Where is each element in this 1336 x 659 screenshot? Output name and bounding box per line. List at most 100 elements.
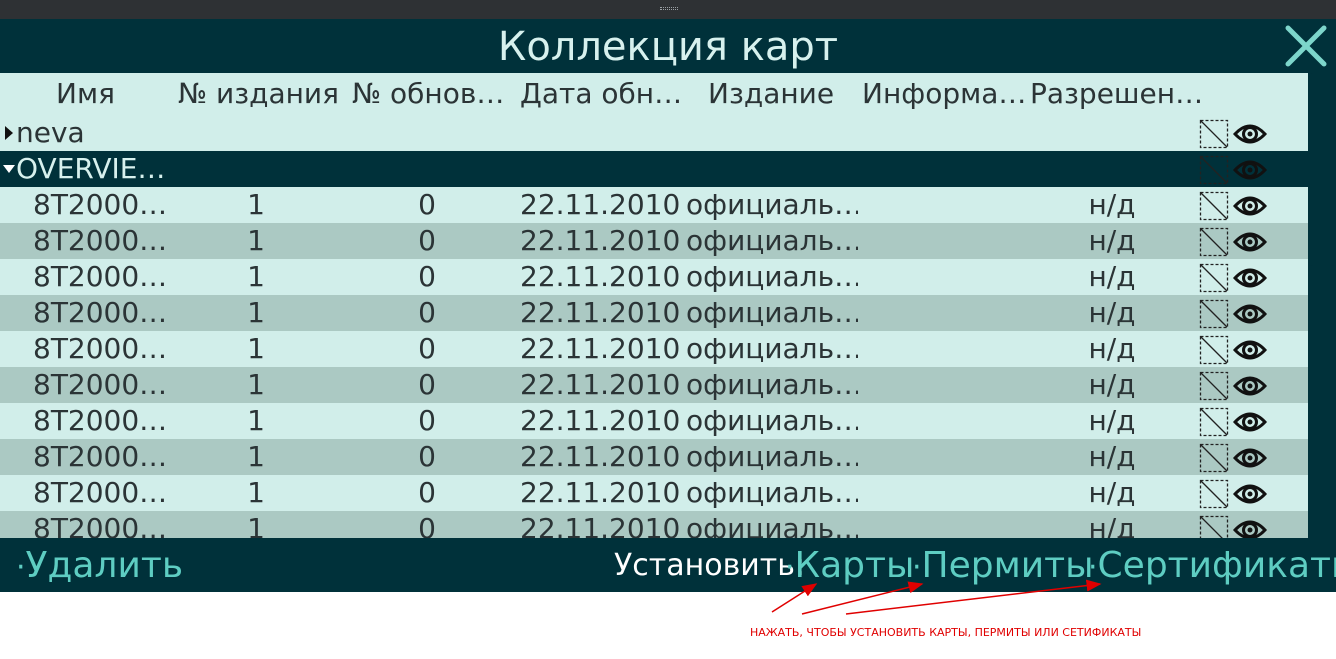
cell-issue: официаль… bbox=[686, 440, 858, 473]
chart-collection-table: Имя № издания № обнов… Дата обн… Издание… bbox=[0, 73, 1336, 538]
eye-icon[interactable] bbox=[1232, 263, 1268, 293]
cell-name: 8T2000… bbox=[33, 368, 168, 401]
table-row[interactable]: 8T2000… 1 0 22.11.2010 официаль… н/д bbox=[0, 187, 1308, 223]
eye-icon[interactable] bbox=[1232, 227, 1268, 257]
cell-info bbox=[862, 439, 1022, 475]
cell-name: 8T2000… bbox=[33, 512, 168, 538]
eye-icon[interactable] bbox=[1232, 371, 1268, 401]
cell-update: 0 bbox=[418, 332, 436, 365]
column-header-date[interactable]: Дата обн… bbox=[520, 73, 682, 115]
cell-permission: н/д bbox=[1088, 476, 1136, 509]
cell-update: 0 bbox=[418, 404, 436, 437]
cell-info bbox=[862, 295, 1022, 331]
group-row[interactable]: OVERVIE… bbox=[0, 151, 1308, 187]
cell-edition: 1 bbox=[247, 440, 265, 473]
group-row[interactable]: neva bbox=[0, 115, 1308, 151]
cell-update: 0 bbox=[418, 440, 436, 473]
table-row[interactable]: 8T2000… 1 0 22.11.2010 официаль… н/д bbox=[0, 295, 1308, 331]
expand-triangle-icon[interactable] bbox=[2, 115, 16, 151]
table-row[interactable]: 8T2000… 1 0 22.11.2010 официаль… н/д bbox=[0, 223, 1308, 259]
cell-update: 0 bbox=[418, 476, 436, 509]
cell-edition: 1 bbox=[247, 332, 265, 365]
eye-icon[interactable] bbox=[1232, 515, 1268, 538]
cell-name: 8T2000… bbox=[33, 224, 168, 257]
eye-icon[interactable] bbox=[1232, 119, 1268, 149]
coverage-box-icon[interactable] bbox=[1199, 299, 1229, 329]
scrollbar-thumb[interactable] bbox=[1309, 73, 1335, 266]
cell-date: 22.11.2010 bbox=[520, 368, 681, 401]
column-header-permission[interactable]: Разрешен… bbox=[1030, 73, 1203, 115]
cell-date: 22.11.2010 bbox=[520, 440, 681, 473]
column-header-info[interactable]: Информа… bbox=[862, 73, 1026, 115]
cell-edition: 1 bbox=[247, 368, 265, 401]
eye-icon[interactable] bbox=[1232, 155, 1268, 185]
table-row[interactable]: 8T2000… 1 0 22.11.2010 официаль… н/д bbox=[0, 403, 1308, 439]
coverage-box-icon[interactable] bbox=[1199, 515, 1229, 538]
cell-permission: н/д bbox=[1088, 188, 1136, 221]
cell-permission: н/д bbox=[1088, 440, 1136, 473]
install-certificates-button[interactable]: ·Сертификаты bbox=[1088, 538, 1336, 592]
cell-name: 8T2000… bbox=[33, 296, 168, 329]
coverage-box-icon[interactable] bbox=[1199, 371, 1229, 401]
cell-issue: официаль… bbox=[686, 296, 858, 329]
eye-icon[interactable] bbox=[1232, 479, 1268, 509]
coverage-box-icon[interactable] bbox=[1199, 263, 1229, 293]
column-header-issue[interactable]: Издание bbox=[708, 73, 834, 115]
top-drag-bar[interactable] bbox=[0, 0, 1336, 19]
eye-icon[interactable] bbox=[1232, 299, 1268, 329]
install-permits-button[interactable]: ·Пермиты bbox=[912, 538, 1094, 592]
coverage-box-icon[interactable] bbox=[1199, 407, 1229, 437]
bottom-toolbar: ·Удалить Установить: ·Карты ·Пермиты ·Се… bbox=[0, 538, 1336, 592]
cell-date: 22.11.2010 bbox=[520, 188, 681, 221]
charts-label: Карты bbox=[794, 545, 915, 586]
cell-permission: н/д bbox=[1088, 332, 1136, 365]
cell-info bbox=[862, 511, 1022, 538]
column-header-edition[interactable]: № издания bbox=[178, 73, 339, 115]
table-row[interactable]: 8T2000… 1 0 22.11.2010 официаль… н/д bbox=[0, 511, 1308, 538]
coverage-box-icon[interactable] bbox=[1199, 191, 1229, 221]
collapse-triangle-icon[interactable] bbox=[2, 151, 16, 187]
cell-permission: н/д bbox=[1088, 224, 1136, 257]
table-row[interactable]: 8T2000… 1 0 22.11.2010 официаль… н/д bbox=[0, 259, 1308, 295]
cell-date: 22.11.2010 bbox=[520, 296, 681, 329]
coverage-box-icon[interactable] bbox=[1199, 479, 1229, 509]
cell-permission: н/д bbox=[1088, 404, 1136, 437]
eye-icon[interactable] bbox=[1232, 407, 1268, 437]
cell-date: 22.11.2010 bbox=[520, 404, 681, 437]
delete-button[interactable]: ·Удалить bbox=[16, 538, 183, 592]
group-name: neva bbox=[16, 116, 85, 149]
cell-name: 8T2000… bbox=[33, 440, 168, 473]
coverage-box-icon[interactable] bbox=[1199, 335, 1229, 365]
cell-edition: 1 bbox=[247, 296, 265, 329]
coverage-box-icon[interactable] bbox=[1199, 443, 1229, 473]
vertical-scrollbar[interactable] bbox=[1308, 73, 1336, 538]
cell-info bbox=[862, 259, 1022, 295]
cell-info bbox=[862, 403, 1022, 439]
cell-edition: 1 bbox=[247, 476, 265, 509]
table-row[interactable]: 8T2000… 1 0 22.11.2010 официаль… н/д bbox=[0, 331, 1308, 367]
cell-date: 22.11.2010 bbox=[520, 512, 681, 538]
install-charts-button[interactable]: ·Карты bbox=[785, 538, 914, 592]
cell-permission: н/д bbox=[1088, 512, 1136, 538]
cell-name: 8T2000… bbox=[33, 476, 168, 509]
eye-icon[interactable] bbox=[1232, 335, 1268, 365]
cell-edition: 1 bbox=[247, 260, 265, 293]
install-label: Установить: bbox=[614, 548, 806, 583]
cell-edition: 1 bbox=[247, 404, 265, 437]
eye-icon[interactable] bbox=[1232, 191, 1268, 221]
table-row[interactable]: 8T2000… 1 0 22.11.2010 официаль… н/д bbox=[0, 439, 1308, 475]
cell-edition: 1 bbox=[247, 512, 265, 538]
table-row[interactable]: 8T2000… 1 0 22.11.2010 официаль… н/д bbox=[0, 367, 1308, 403]
eye-icon[interactable] bbox=[1232, 443, 1268, 473]
coverage-box-icon[interactable] bbox=[1199, 227, 1229, 257]
column-header-name[interactable]: Имя bbox=[56, 73, 115, 115]
close-button[interactable] bbox=[1282, 23, 1330, 69]
cell-date: 22.11.2010 bbox=[520, 224, 681, 257]
coverage-box-icon[interactable] bbox=[1199, 155, 1229, 185]
drag-grip-icon[interactable] bbox=[660, 7, 678, 10]
bullet: · bbox=[1088, 550, 1098, 585]
column-header-update[interactable]: № обнов… bbox=[352, 73, 504, 115]
coverage-box-icon[interactable] bbox=[1199, 119, 1229, 149]
group-name: OVERVIE… bbox=[16, 152, 166, 185]
table-row[interactable]: 8T2000… 1 0 22.11.2010 официаль… н/д bbox=[0, 475, 1308, 511]
